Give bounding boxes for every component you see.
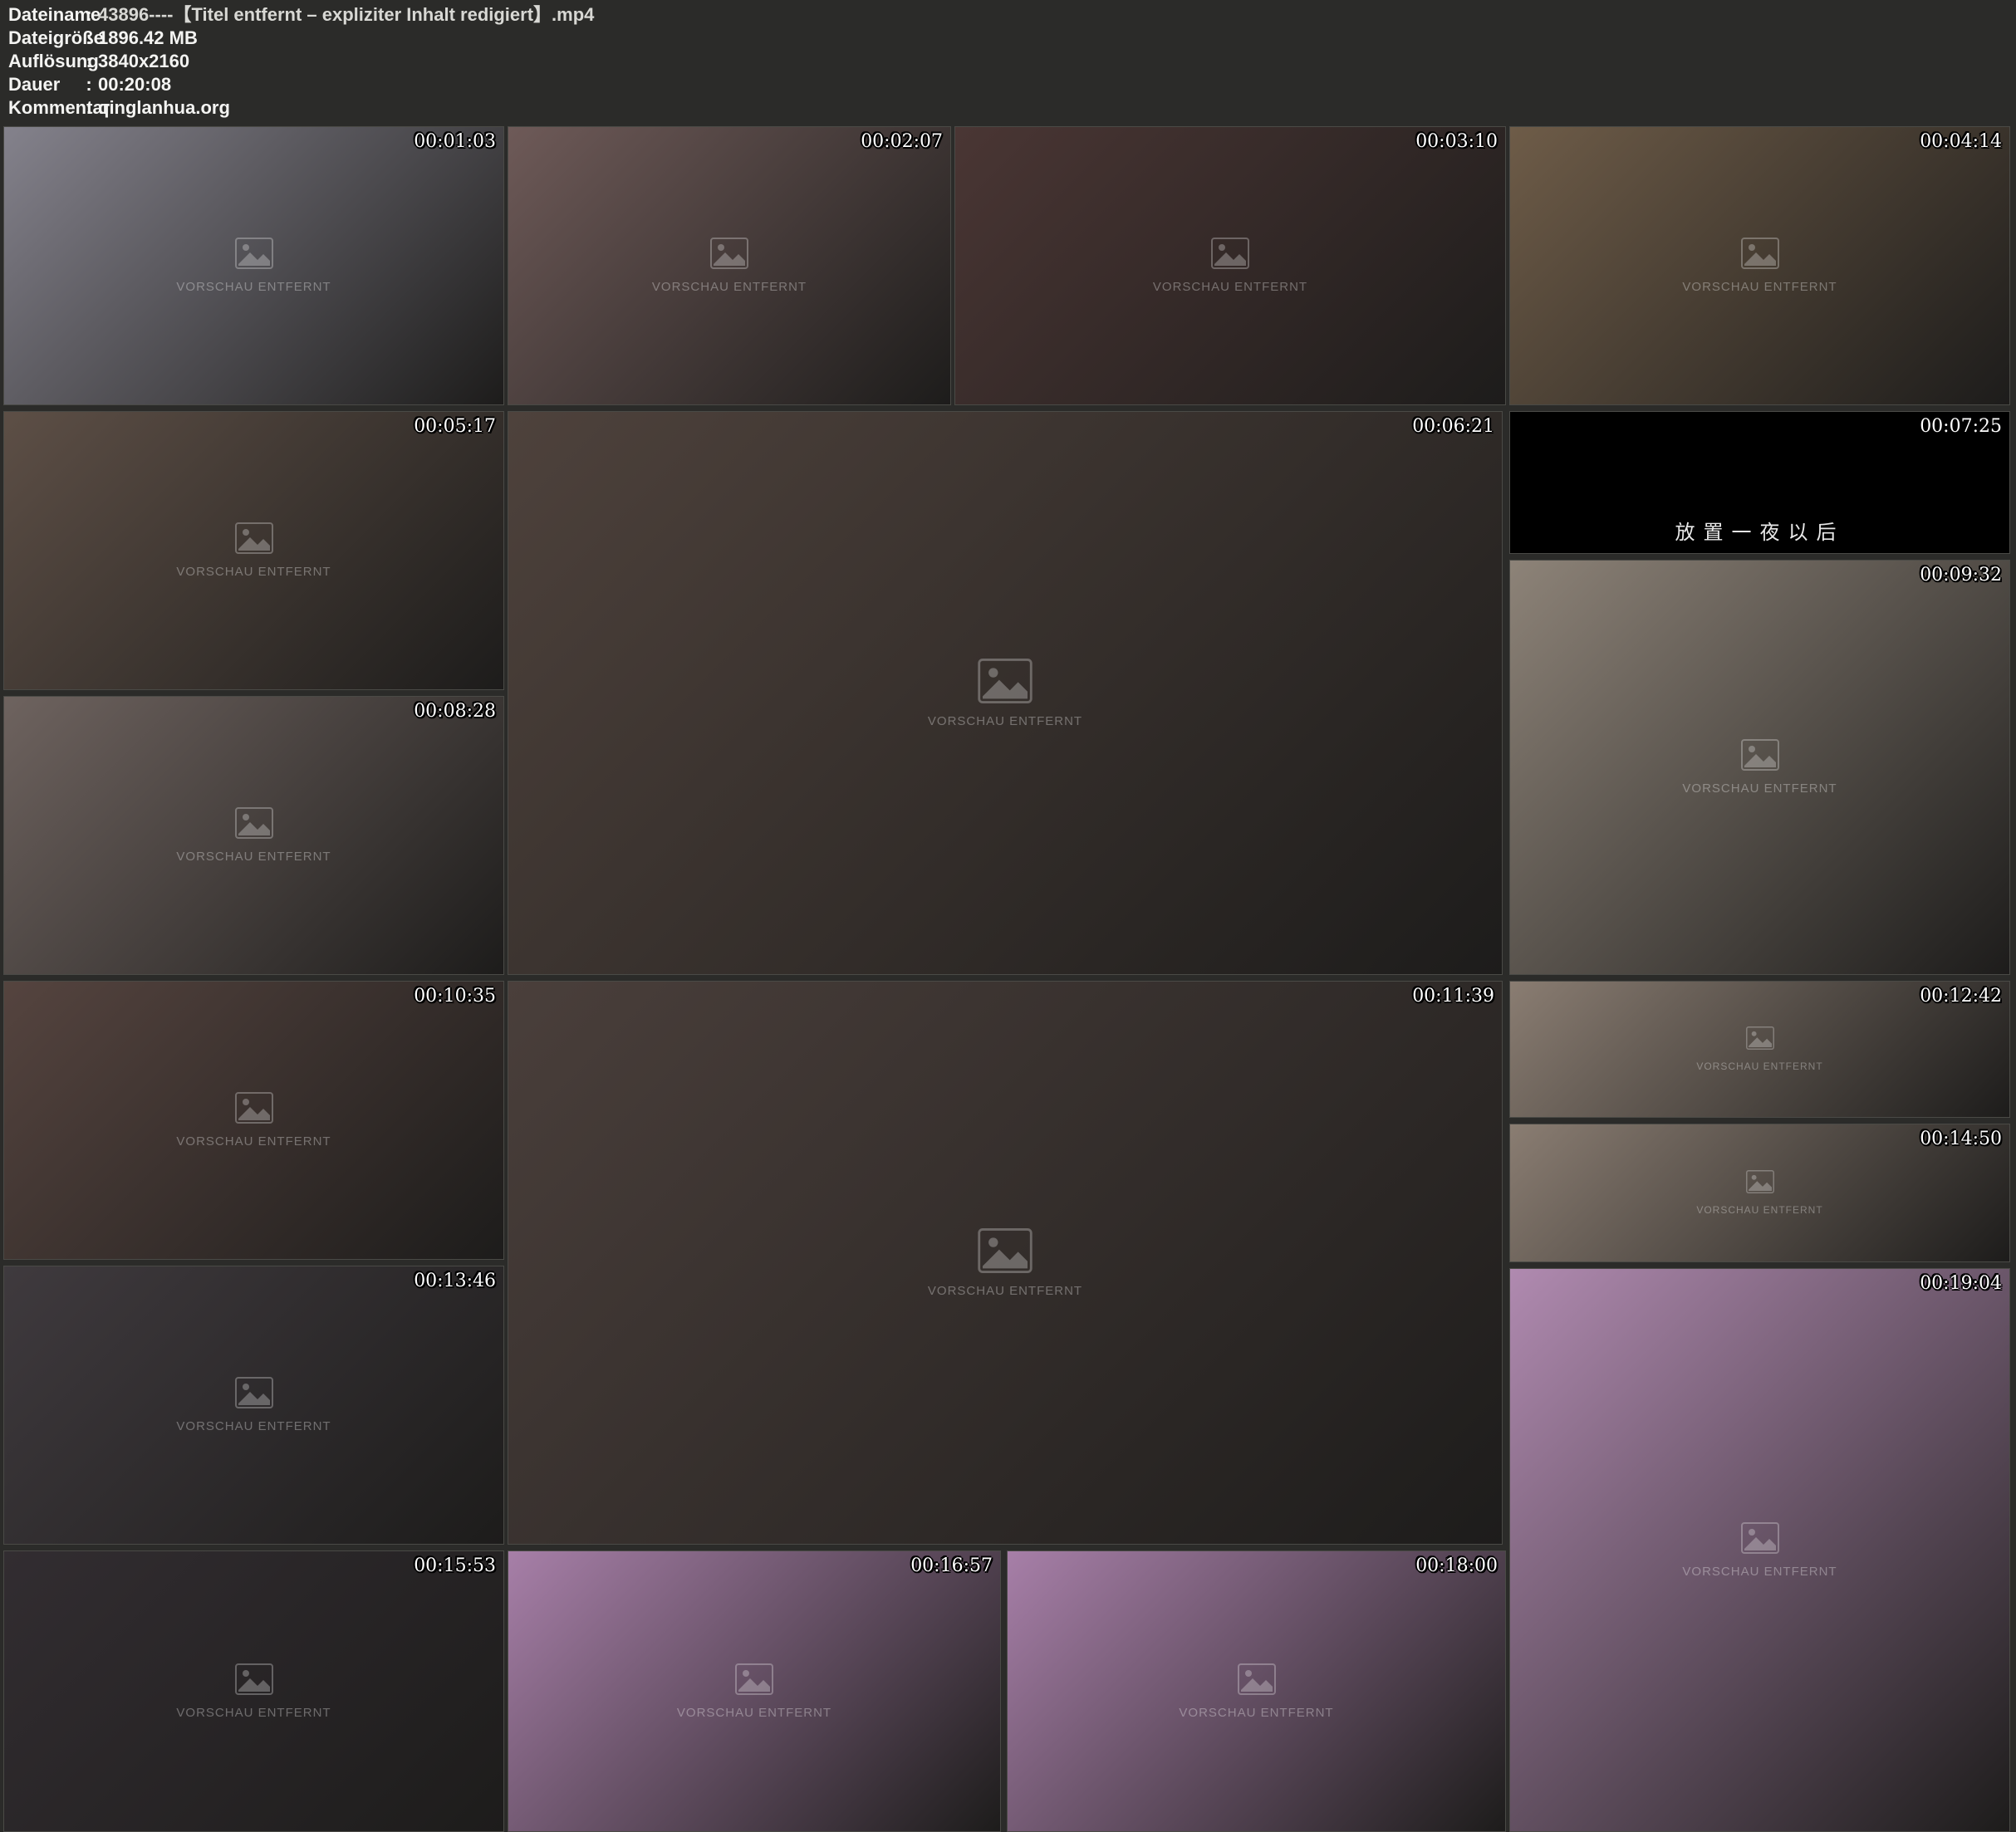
resolution-label: Auflösung xyxy=(8,50,80,73)
comment-label: Kommentar xyxy=(8,96,80,120)
timestamp-badge: 00:13:46 xyxy=(414,1271,496,1291)
timestamp-badge: 00:02:07 xyxy=(861,131,943,152)
timestamp-badge: 00:04:14 xyxy=(1920,131,2002,152)
timestamp-badge: 00:09:32 xyxy=(1920,565,2002,585)
redacted-note: Vorschau entfernt xyxy=(1696,1204,1822,1216)
meta-row-filesize: Dateigröße : 1896.42 MB xyxy=(0,27,2016,50)
photo-icon xyxy=(235,1663,273,1699)
timestamp-badge: 00:16:57 xyxy=(910,1555,993,1576)
thumbnail-tile-tall: 00:19:04 Vorschau entfernt xyxy=(1509,1268,2010,1832)
thumbnail-tile-large: 00:06:21 Vorschau entfernt xyxy=(508,411,1503,975)
thumbnail-tile-strip: 00:12:42 Vorschau entfernt xyxy=(1509,981,2010,1118)
photo-icon xyxy=(235,1377,273,1413)
photo-icon xyxy=(1746,1170,1774,1198)
redacted-note: Vorschau entfernt xyxy=(1682,781,1837,796)
thumbnail-tile: 00:02:07 Vorschau entfernt xyxy=(508,126,951,405)
thumbnail-tile: 00:15:53 Vorschau entfernt xyxy=(3,1550,504,1832)
thumbnail-tile: 00:13:46 Vorschau entfernt xyxy=(3,1266,504,1545)
photo-icon xyxy=(1238,1663,1276,1699)
photo-icon xyxy=(710,238,748,273)
duration-label: Dauer xyxy=(8,73,80,96)
timestamp-badge: 00:05:17 xyxy=(414,416,496,437)
thumbnail-tile: 00:08:28 Vorschau entfernt xyxy=(3,696,504,975)
comment-value: qinglanhua.org xyxy=(98,96,230,120)
timestamp-badge: 00:15:53 xyxy=(414,1555,496,1576)
title-card-tile: 00:07:25 放置一夜以后 xyxy=(1509,411,2010,554)
photo-icon xyxy=(235,522,273,558)
colon: : xyxy=(80,27,98,50)
thumbnail-tile: 00:10:35 Vorschau entfernt xyxy=(3,981,504,1260)
timestamp-badge: 00:06:21 xyxy=(1412,416,1494,437)
thumbnail-tile: 00:18:00 Vorschau entfernt xyxy=(1007,1550,1506,1832)
timestamp-badge: 00:12:42 xyxy=(1920,986,2002,1007)
thumbnail-tile-large: 00:11:39 Vorschau entfernt xyxy=(508,981,1503,1545)
thumbnail-tile: 00:16:57 Vorschau entfernt xyxy=(508,1550,1001,1832)
resolution-value: 3840x2160 xyxy=(98,50,189,73)
thumbnail-tile: 00:03:10 Vorschau entfernt xyxy=(954,126,1506,405)
filesize-value: 1896.42 MB xyxy=(98,27,198,50)
contact-sheet-page: { "header": { "rows": [ {"label": "Datei… xyxy=(0,0,2016,1832)
timestamp-badge: 00:01:03 xyxy=(414,131,496,152)
thumbnail-tile-tall: 00:09:32 Vorschau entfernt xyxy=(1509,560,2010,975)
thumbnail-tile-strip: 00:14:50 Vorschau entfernt xyxy=(1509,1124,2010,1262)
meta-row-filename: Dateiname : 43896----【Titel entfernt – e… xyxy=(0,3,2016,27)
meta-row-comment: Kommentar : qinglanhua.org xyxy=(0,96,2016,120)
redacted-note: Vorschau entfernt xyxy=(1682,280,1837,294)
photo-icon xyxy=(1746,1026,1774,1054)
redacted-note: Vorschau entfernt xyxy=(928,714,1082,728)
redacted-note: Vorschau entfernt xyxy=(1153,280,1307,294)
photo-icon xyxy=(235,807,273,843)
redacted-note: Vorschau entfernt xyxy=(176,565,331,579)
timestamp-badge: 00:03:10 xyxy=(1415,131,1498,152)
timestamp-badge: 00:10:35 xyxy=(414,986,496,1007)
file-metadata-header: Dateiname : 43896----【Titel entfernt – e… xyxy=(0,0,2016,123)
photo-icon xyxy=(735,1663,773,1699)
title-card-caption: 放置一夜以后 xyxy=(1510,516,2009,545)
redacted-note: Vorschau entfernt xyxy=(652,280,807,294)
colon: : xyxy=(80,73,98,96)
colon: : xyxy=(80,96,98,120)
thumbnail-tile: 00:05:17 Vorschau entfernt xyxy=(3,411,504,690)
photo-icon xyxy=(978,1228,1033,1277)
redacted-note: Vorschau entfernt xyxy=(176,850,331,864)
timestamp-badge: 00:11:39 xyxy=(1412,986,1494,1007)
colon: : xyxy=(80,3,98,27)
filesize-label: Dateigröße xyxy=(8,27,80,50)
redacted-note: Vorschau entfernt xyxy=(1179,1706,1333,1720)
colon: : xyxy=(80,50,98,73)
thumbnail-tile: 00:04:14 Vorschau entfernt xyxy=(1509,126,2010,405)
timestamp-badge: 00:07:25 xyxy=(1920,416,2002,437)
photo-icon xyxy=(1741,238,1779,273)
duration-value: 00:20:08 xyxy=(98,73,171,96)
redacted-note: Vorschau entfernt xyxy=(677,1706,831,1720)
photo-icon xyxy=(1741,739,1779,775)
redacted-note: Vorschau entfernt xyxy=(176,280,331,294)
redacted-note: Vorschau entfernt xyxy=(928,1284,1082,1298)
meta-row-duration: Dauer : 00:20:08 xyxy=(0,73,2016,96)
thumbnail-tile: 00:01:03 Vorschau entfernt xyxy=(3,126,504,405)
photo-icon xyxy=(235,1092,273,1128)
photo-icon xyxy=(235,238,273,273)
redacted-note: Vorschau entfernt xyxy=(176,1134,331,1149)
redacted-note: Vorschau entfernt xyxy=(176,1706,331,1720)
redacted-note: Vorschau entfernt xyxy=(1696,1061,1822,1072)
redacted-note: Vorschau entfernt xyxy=(1682,1565,1837,1579)
photo-icon xyxy=(1741,1522,1779,1558)
photo-icon xyxy=(1211,238,1249,273)
timestamp-badge: 00:19:04 xyxy=(1920,1273,2002,1294)
meta-row-resolution: Auflösung : 3840x2160 xyxy=(0,50,2016,73)
redacted-note: Vorschau entfernt xyxy=(176,1419,331,1433)
timestamp-badge: 00:18:00 xyxy=(1415,1555,1498,1576)
filename-label: Dateiname xyxy=(8,3,80,27)
photo-icon xyxy=(978,659,1033,708)
timestamp-badge: 00:08:28 xyxy=(414,701,496,722)
timestamp-badge: 00:14:50 xyxy=(1920,1129,2002,1149)
filename-value: 43896----【Titel entfernt – expliziter In… xyxy=(98,3,594,27)
